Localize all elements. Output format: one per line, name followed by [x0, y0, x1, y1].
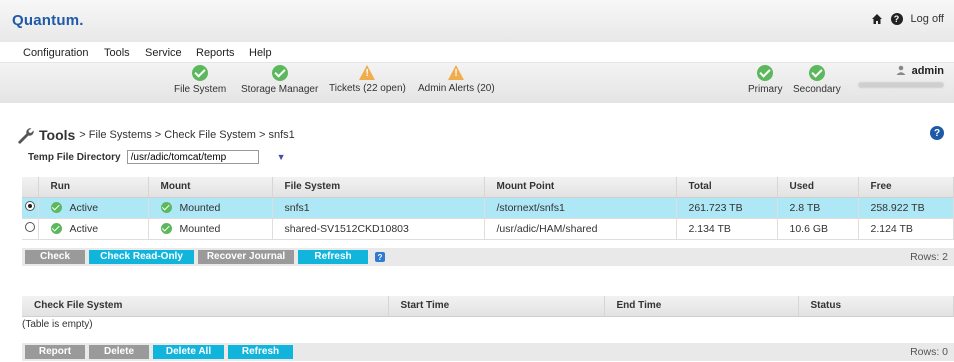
ok-icon	[51, 202, 62, 213]
help-icon[interactable]: ?	[891, 13, 903, 25]
home-icon[interactable]	[871, 13, 883, 25]
table-row[interactable]: Active Mounted shared-SV1512CKD10803 /us…	[22, 218, 954, 239]
status-admin-alerts-label: Admin Alerts (20)	[418, 83, 495, 94]
quantum-logo: Quantum.	[12, 12, 84, 29]
status-file-system-label: File System	[174, 84, 226, 95]
col-used[interactable]: Used	[777, 177, 858, 197]
col-end-time[interactable]: End Time	[604, 296, 798, 316]
row-radio[interactable]	[25, 222, 35, 232]
logoff-link[interactable]: Log off	[911, 13, 944, 25]
fs-table-toolbar: Check Check Read-Only Recover Journal Re…	[22, 248, 954, 266]
col-status[interactable]: Status	[798, 296, 954, 316]
ok-icon	[272, 65, 288, 81]
breadcrumb-path: > File Systems > Check File System > snf…	[79, 129, 295, 141]
breadcrumb: Tools > File Systems > Check File System…	[16, 126, 295, 144]
ok-icon	[161, 223, 172, 234]
pin-icon[interactable]: ▼	[277, 152, 286, 162]
temp-dir-input[interactable]	[127, 150, 259, 164]
status-tickets[interactable]: Tickets (22 open)	[329, 65, 406, 94]
page-help-icon[interactable]: ?	[930, 126, 944, 140]
menu-help[interactable]: Help	[249, 47, 272, 59]
ok-icon	[161, 202, 172, 213]
row-count: Rows: 2	[910, 251, 948, 263]
cell-free: 2.124 TB	[858, 218, 954, 239]
cell-mount-point: /stornext/snfs1	[484, 197, 676, 218]
ok-icon	[51, 223, 62, 234]
menu-reports[interactable]: Reports	[196, 47, 235, 59]
status-storage-manager-label: Storage Manager	[241, 84, 318, 95]
col-total[interactable]: Total	[676, 177, 777, 197]
check-button[interactable]: Check	[25, 250, 85, 264]
temp-dir-label: Temp File Directory	[28, 152, 121, 163]
status-bar: File System Storage Manager Tickets (22 …	[0, 63, 954, 103]
check-read-only-button[interactable]: Check Read-Only	[89, 250, 194, 264]
col-select	[22, 177, 38, 197]
col-mount-point[interactable]: Mount Point	[484, 177, 676, 197]
refresh-button[interactable]: Refresh	[298, 250, 368, 264]
col-start-time[interactable]: Start Time	[388, 296, 604, 316]
redacted-host	[858, 82, 944, 88]
status-secondary-label: Secondary	[793, 84, 841, 95]
ok-icon	[757, 65, 773, 81]
file-system-table: Run Mount File System Mount Point Total …	[22, 177, 954, 240]
temp-dir-row: Temp File Directory ▼	[28, 150, 286, 164]
status-tickets-label: Tickets (22 open)	[329, 83, 406, 94]
delete-all-button[interactable]: Delete All	[153, 345, 224, 359]
jobs-table-toolbar: Report Delete Delete All Refresh Rows: 0	[22, 343, 954, 361]
ok-icon	[192, 65, 208, 81]
cell-total: 2.134 TB	[676, 218, 777, 239]
page-title: Tools	[39, 127, 75, 143]
col-check-file-system[interactable]: Check File System	[22, 296, 388, 316]
cell-total: 261.723 TB	[676, 197, 777, 218]
cell-mount-point: /usr/adic/HAM/shared	[484, 218, 676, 239]
col-free[interactable]: Free	[858, 177, 954, 197]
top-links: ? Log off	[871, 13, 944, 25]
refresh-button[interactable]: Refresh	[228, 345, 293, 359]
check-jobs-table: Check File System Start Time End Time St…	[22, 296, 954, 317]
main-menu: Configuration Tools Service Reports Help	[0, 42, 954, 63]
row-count: Rows: 0	[910, 346, 948, 358]
report-button[interactable]: Report	[25, 345, 85, 359]
warning-icon	[448, 65, 464, 80]
cell-run: Active	[70, 202, 99, 214]
cell-mount: Mounted	[180, 202, 221, 214]
cell-used: 2.8 TB	[777, 197, 858, 218]
cell-free: 258.922 TB	[858, 197, 954, 218]
recover-journal-button[interactable]: Recover Journal	[198, 250, 294, 264]
ok-icon	[809, 65, 825, 81]
cell-mount: Mounted	[180, 223, 221, 235]
user-icon	[896, 65, 906, 75]
status-secondary[interactable]: Secondary	[793, 65, 841, 95]
cell-used: 10.6 GB	[777, 218, 858, 239]
table-empty-message: (Table is empty)	[22, 319, 93, 330]
cell-file-system: snfs1	[272, 197, 484, 218]
user-box[interactable]: admin	[858, 65, 944, 91]
col-mount[interactable]: Mount	[148, 177, 272, 197]
status-primary-label: Primary	[748, 84, 782, 95]
row-radio[interactable]	[25, 201, 35, 211]
menu-tools[interactable]: Tools	[104, 47, 130, 59]
help-icon[interactable]: ?	[375, 252, 385, 262]
table-row[interactable]: Active Mounted snfs1 /stornext/snfs1 261…	[22, 197, 954, 218]
user-name: admin	[912, 65, 944, 77]
top-header: Quantum. ? Log off	[0, 0, 954, 42]
menu-configuration[interactable]: Configuration	[23, 47, 88, 59]
status-primary[interactable]: Primary	[748, 65, 782, 95]
col-run[interactable]: Run	[38, 177, 148, 197]
cell-run: Active	[70, 223, 99, 235]
cell-file-system: shared-SV1512CKD10803	[272, 218, 484, 239]
delete-button[interactable]: Delete	[89, 345, 149, 359]
warning-icon	[359, 65, 375, 80]
status-file-system[interactable]: File System	[174, 65, 226, 95]
wrench-icon	[16, 126, 34, 144]
menu-service[interactable]: Service	[145, 47, 182, 59]
col-file-system[interactable]: File System	[272, 177, 484, 197]
status-storage-manager[interactable]: Storage Manager	[241, 65, 318, 95]
status-admin-alerts[interactable]: Admin Alerts (20)	[418, 65, 495, 94]
